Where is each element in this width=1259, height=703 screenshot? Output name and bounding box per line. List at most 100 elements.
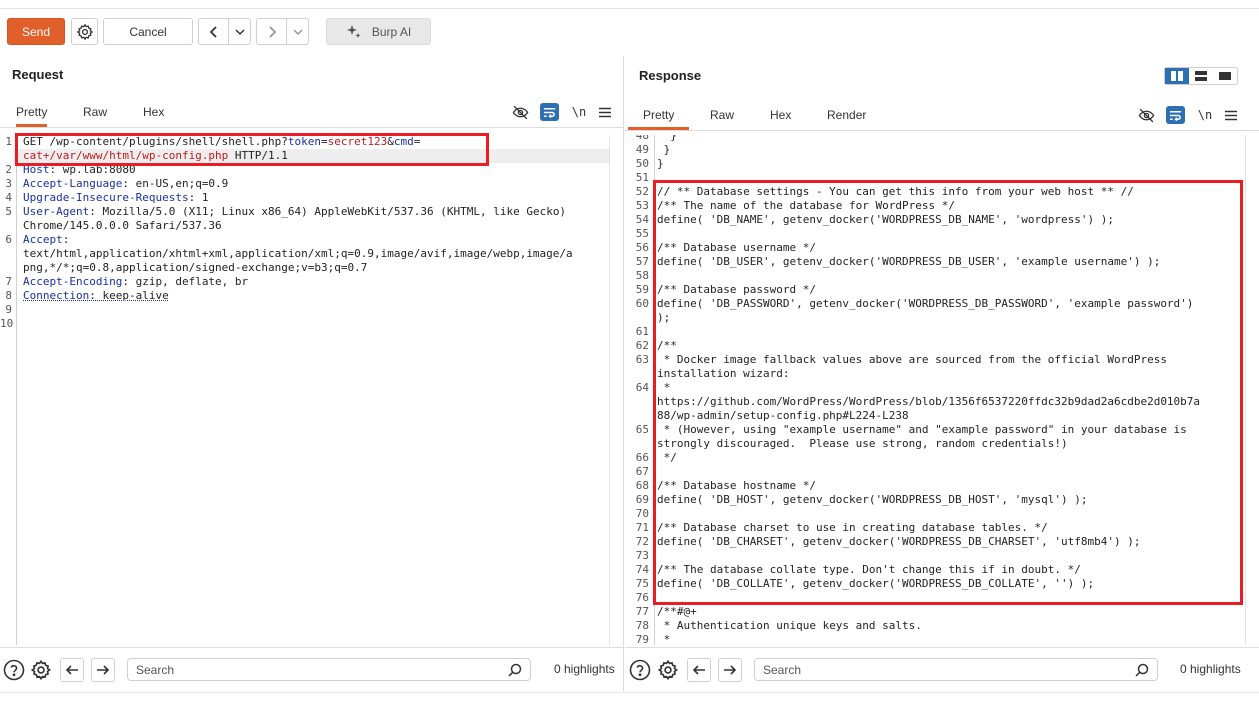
code-line: 72 define( 'DB_CHARSET', getenv_docker('W… xyxy=(625,535,1245,549)
settings-button[interactable] xyxy=(71,18,98,45)
tab-response-pretty[interactable]: Pretty xyxy=(628,108,690,130)
search-previous-button[interactable] xyxy=(687,658,711,682)
tab-response-render[interactable]: Render xyxy=(827,108,866,130)
request-search-input[interactable] xyxy=(128,659,470,680)
request-editor[interactable]: 1 GET /wp-content/plugins/shell/shell.php… xyxy=(0,135,610,645)
token: Accept-Encoding xyxy=(23,275,123,288)
code-line: 50} xyxy=(625,157,1245,171)
search-next-button[interactable] xyxy=(718,658,742,682)
help-button[interactable] xyxy=(628,658,652,682)
word-wrap-toggle[interactable] xyxy=(1166,106,1185,124)
tab-request-hex[interactable]: Hex xyxy=(143,105,164,127)
code-line: 4 Upgrade-Insecure-Requests: 1 xyxy=(0,191,610,205)
line-number: 56 xyxy=(635,241,649,254)
chevron-left-icon xyxy=(209,25,217,38)
code-line: 2 Host: wp.lab:8080 xyxy=(0,163,610,177)
line-number: 72 xyxy=(635,535,649,548)
code-line: 71 /** Database charset to use in creatin… xyxy=(625,521,1245,535)
line-number: 49 xyxy=(635,143,649,156)
code-line: 78 * Authentication unique keys and salt… xyxy=(625,619,1245,633)
help-icon xyxy=(629,659,651,681)
line-text xyxy=(652,269,1245,283)
newline-label: \n xyxy=(1197,108,1213,122)
response-lines: 48 } 49 } 50} 51 52// ** Database settings -… xyxy=(625,135,1245,645)
gear-icon xyxy=(76,23,93,40)
line-text: /**#@+ xyxy=(657,605,697,618)
line-number: 51 xyxy=(635,171,649,184)
line-number: 2 xyxy=(5,163,12,176)
line-number: 66 xyxy=(635,451,649,464)
code-line: text/html,application/xhtml+xml,applicat… xyxy=(0,247,610,261)
line-number: 8 xyxy=(5,289,12,302)
send-button[interactable]: Send xyxy=(7,18,65,45)
cancel-button[interactable]: Cancel xyxy=(103,18,193,45)
code-line: 56 /** Database username */ xyxy=(625,241,1245,255)
line-text xyxy=(652,591,1245,605)
newline-toggle[interactable]: \n xyxy=(570,103,588,121)
chevron-right-icon xyxy=(268,25,276,38)
tab-response-raw[interactable]: Raw xyxy=(710,108,734,130)
line-text: installation wizard: xyxy=(657,367,790,380)
code-line: 49 } xyxy=(625,143,1245,157)
response-editor[interactable]: 48 } 49 } 50} 51 52// ** Database settings -… xyxy=(625,135,1245,645)
newline-toggle[interactable]: \n xyxy=(1196,106,1214,124)
line-text: ); xyxy=(657,311,671,324)
code-line: cat+/var/www/html/wp-config.php HTTP/1.1 xyxy=(0,149,610,163)
top-divider xyxy=(0,0,1259,9)
line-text xyxy=(14,317,610,331)
line-number: 79 xyxy=(635,633,649,645)
burp-ai-button[interactable]: Burp AI xyxy=(326,18,431,45)
request-scrollbar[interactable] xyxy=(609,135,623,645)
back-button[interactable] xyxy=(198,18,229,45)
line-text: 88/wp-admin/setup-config.php#L224-L238 xyxy=(657,409,909,422)
tab-label: Pretty xyxy=(643,108,675,122)
layout-tabbed-button[interactable] xyxy=(1213,68,1237,84)
response-scrollbar[interactable] xyxy=(1245,135,1259,645)
line-number: 73 xyxy=(635,549,649,562)
line-text: * (However, using "example username" and… xyxy=(657,423,1187,436)
search-previous-button[interactable] xyxy=(60,658,84,682)
cancel-button-label: Cancel xyxy=(129,24,167,39)
tab-request-raw[interactable]: Raw xyxy=(83,105,107,127)
line-number: 67 xyxy=(635,465,649,478)
tab-request-pretty[interactable]: Pretty xyxy=(16,105,48,127)
line-number: 53 xyxy=(635,199,649,212)
code-line: 76 xyxy=(625,591,1245,605)
code-line: 64 * xyxy=(625,381,1245,395)
line-number: 78 xyxy=(635,619,649,632)
help-button[interactable] xyxy=(2,658,26,682)
line-text: define( 'DB_HOST', getenv_docker('WORDPR… xyxy=(657,493,1088,506)
tab-response-hex[interactable]: Hex xyxy=(770,108,791,130)
line-text xyxy=(652,507,1245,521)
line-text: */ xyxy=(657,451,677,464)
line-text: Accept-Encoding: gzip, deflate, br xyxy=(14,275,610,289)
token: Upgrade-Insecure-Requests xyxy=(23,191,189,204)
word-wrap-toggle[interactable] xyxy=(540,103,559,121)
response-search-input[interactable] xyxy=(755,659,1097,680)
back-history-dropdown[interactable] xyxy=(228,18,251,45)
line-text: } xyxy=(657,143,671,156)
code-line: 10 xyxy=(0,317,610,331)
line-number: 9 xyxy=(5,303,12,316)
arrow-left-icon xyxy=(65,665,78,675)
forward-button[interactable] xyxy=(256,18,287,45)
line-text xyxy=(14,303,610,317)
token: Accept xyxy=(23,233,63,246)
line-text: GET /wp-content/plugins/shell/shell.php?… xyxy=(14,135,610,149)
toolbar: Send Cancel Burp AI xyxy=(0,18,1259,46)
hide-nonprintable-button[interactable] xyxy=(1137,106,1155,124)
search-settings-button[interactable] xyxy=(656,658,680,682)
search-settings-button[interactable] xyxy=(29,658,53,682)
token: cmd xyxy=(393,135,414,148)
send-button-label: Send xyxy=(21,24,51,39)
search-next-button[interactable] xyxy=(91,658,115,682)
response-menu-button[interactable] xyxy=(1223,106,1239,124)
code-line: 7 Accept-Encoding: gzip, deflate, br xyxy=(0,275,610,289)
layout-side-by-side-button[interactable] xyxy=(1165,68,1189,84)
forward-history-dropdown[interactable] xyxy=(286,18,309,45)
line-text: /** Database username */ xyxy=(657,241,816,254)
layout-stacked-button[interactable] xyxy=(1189,68,1213,84)
token: secret123 xyxy=(327,135,388,148)
request-menu-button[interactable] xyxy=(597,103,613,121)
hide-nonprintable-button[interactable] xyxy=(511,103,529,121)
